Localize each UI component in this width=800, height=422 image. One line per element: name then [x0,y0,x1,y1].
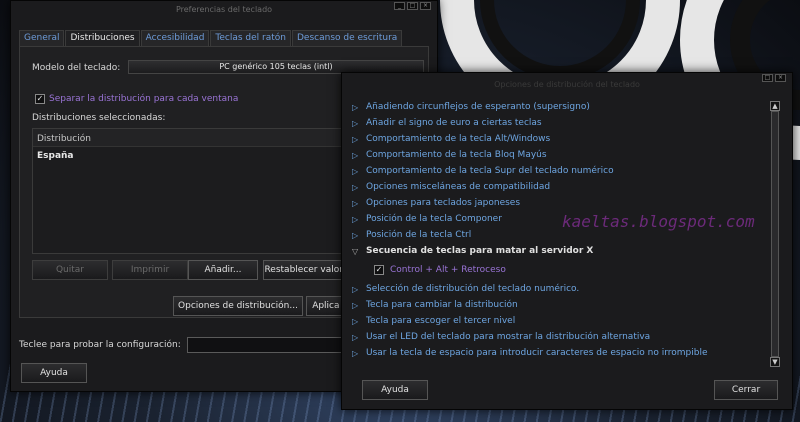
expand-arrow-icon[interactable]: ▷ [352,333,361,342]
model-label: Modelo del teclado: [32,63,121,73]
option-group-label: Secuencia de teclas para matar al servid… [366,246,594,256]
separate-layout-label[interactable]: Separar la distribución para cada ventan… [49,94,238,104]
option-group[interactable]: ▷ Tecla para escoger el tercer nivel [352,313,768,329]
window-controls: □ × [762,74,786,82]
title-bar[interactable]: Preferencias del teclado _ □ × [11,1,437,27]
tab-descanso[interactable]: Descanso de escritura [292,30,403,46]
help-button[interactable]: Ayuda [362,380,428,400]
option-group[interactable]: ▷ Comportamiento de la tecla Bloq Mayús [352,147,768,163]
option-group-label: Comportamiento de la tecla Bloq Mayús [366,150,547,160]
expand-arrow-icon[interactable]: ▷ [352,215,361,224]
option-item-label[interactable]: Control + Alt + Retroceso [390,265,506,275]
separate-layout-checkbox[interactable]: ✓ [35,94,45,104]
expand-arrow-icon[interactable]: ▷ [352,167,361,176]
expand-arrow-icon[interactable]: ▷ [352,199,361,208]
add-button[interactable]: Añadir... [188,260,258,280]
maximize-icon[interactable]: □ [407,2,418,10]
option-group-expanded[interactable]: ▽ Secuencia de teclas para matar al servi… [352,243,768,259]
layout-options-button[interactable]: Opciones de distribución... [173,296,303,316]
expand-arrow-icon[interactable]: ▷ [352,231,361,240]
window-title: Opciones de distribución del teclado [494,80,640,89]
scroll-down-icon[interactable]: ▼ [770,357,780,367]
minimize-icon[interactable]: _ [394,2,405,10]
expand-arrow-icon[interactable]: ▷ [352,301,361,310]
option-group-label: Usar el LED del teclado para mostrar la … [366,332,651,342]
window-controls: _ □ × [394,2,431,10]
tab-teclas-raton[interactable]: Teclas del ratón [210,30,291,46]
option-group-label: Opciones para teclados japoneses [366,198,521,208]
expand-arrow-icon[interactable]: ▷ [352,135,361,144]
option-group-label: Opciones misceláneas de compatibilidad [366,182,551,192]
tab-distribuciones[interactable]: Distribuciones [65,30,140,47]
window-title: Preferencias del teclado [175,5,273,14]
expand-arrow-icon[interactable]: ▷ [352,151,361,160]
option-group-label: Comportamiento de la tecla Supr del tecl… [366,166,614,176]
option-group[interactable]: ▷ Selección de distribución del teclado n… [352,281,768,297]
option-group-label: Añadiendo circunflejos de esperanto (sup… [366,102,590,112]
close-icon[interactable]: × [775,74,786,82]
option-group[interactable]: ▷ Comportamiento de la tecla Alt/Windows [352,131,768,147]
scroll-up-icon[interactable]: ▲ [770,101,780,111]
option-group[interactable]: ▷ Tecla para cambiar la distribución [352,297,768,313]
maximize-icon[interactable]: □ [762,74,773,82]
option-group-label: Tecla para escoger el tercer nivel [366,316,516,326]
watermark-text: kaeltas.blogspot.com [562,212,755,231]
tab-bar: General Distribuciones Accesibilidad Tec… [19,30,403,47]
option-group[interactable]: ▷ Usar la tecla de espacio para introduci… [352,345,768,361]
collapse-arrow-icon[interactable]: ▽ [352,247,361,256]
option-group-label: Añadir el signo de euro a ciertas teclas [366,118,542,128]
remove-button[interactable]: Quitar [32,260,108,280]
option-item[interactable]: ✓ Control + Alt + Retroceso [352,259,768,281]
close-icon[interactable]: × [420,2,431,10]
option-group-label: Usar la tecla de espacio para introducir… [366,348,708,358]
layout-options-window: Opciones de distribución del teclado □ ×… [341,72,793,410]
options-scrollbar[interactable]: ▲ ▼ [770,101,780,367]
option-group-label: Tecla para cambiar la distribución [366,300,518,310]
scroll-thumb[interactable] [771,111,779,357]
option-group[interactable]: ▷ Añadir el signo de euro a ciertas tecla… [352,115,768,131]
option-group[interactable]: ▷ Añadiendo circunflejos de esperanto (su… [352,99,768,115]
option-group-label: Posición de la tecla Ctrl [366,230,472,240]
scroll-track[interactable] [770,111,780,357]
expand-arrow-icon[interactable]: ▷ [352,349,361,358]
tab-general[interactable]: General [19,30,65,46]
expand-arrow-icon[interactable]: ▷ [352,119,361,128]
test-label: Teclee para probar la configuración: [19,340,181,350]
option-group-label: Selección de distribución del teclado nu… [366,284,580,294]
option-group[interactable]: ▷ Usar el LED del teclado para mostrar la… [352,329,768,345]
option-checkbox[interactable]: ✓ [374,265,384,275]
options-tree[interactable]: ▷ Añadiendo circunflejos de esperanto (su… [352,99,768,369]
close-button[interactable]: Cerrar [714,380,778,400]
option-group[interactable]: ▷ Opciones misceláneas de compatibilidad [352,179,768,195]
option-group-label: Posición de la tecla Componer [366,214,502,224]
option-group[interactable]: ▷ Comportamiento de la tecla Supr del tec… [352,163,768,179]
expand-arrow-icon[interactable]: ▷ [352,183,361,192]
expand-arrow-icon[interactable]: ▷ [352,285,361,294]
option-group-label: Comportamiento de la tecla Alt/Windows [366,134,551,144]
expand-arrow-icon[interactable]: ▷ [352,317,361,326]
selected-layouts-label: Distribuciones seleccionadas: [32,113,166,123]
print-button[interactable]: Imprimir [112,260,188,280]
title-bar[interactable]: Opciones de distribución del teclado □ × [342,73,792,101]
tab-accesibilidad[interactable]: Accesibilidad [140,30,210,46]
expand-arrow-icon[interactable]: ▷ [352,103,361,112]
help-button[interactable]: Ayuda [21,363,87,383]
option-group[interactable]: ▷ Opciones para teclados japoneses [352,195,768,211]
